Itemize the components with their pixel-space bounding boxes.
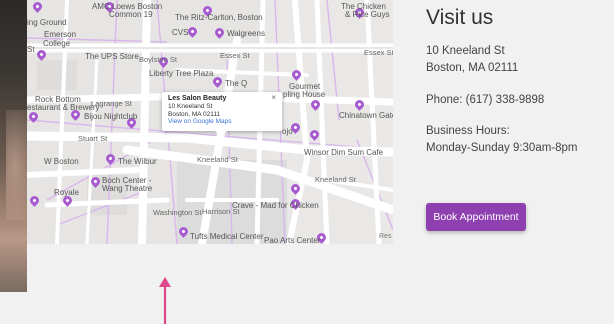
hours-label: Business Hours: (426, 125, 510, 137)
map-label: Winsor Dim Sum Cafe (304, 148, 384, 157)
close-icon[interactable]: × (271, 93, 276, 102)
map-label: The Q (225, 79, 248, 88)
map-label: Liberty Tree Plaza (149, 69, 214, 78)
map-label: pling House (283, 90, 326, 99)
info-window-title: Les Salon Beauty (168, 95, 227, 102)
map-label: Kneeland St (197, 155, 238, 164)
map-label: Essex St (220, 51, 250, 60)
hours-value: Monday-Sunday 9:30am-8pm (426, 142, 578, 154)
phone-number: Phone: (617) 338-9898 (426, 94, 545, 106)
map-label: Washington St (153, 208, 202, 217)
book-appointment-button[interactable]: Book Appointment (426, 203, 526, 231)
map-label: CVS (172, 28, 189, 37)
map-label: Boylston St (139, 55, 177, 64)
address-line2: Boston, MA 02111 (426, 62, 519, 74)
map-label: Tufts Medical Center (190, 232, 264, 241)
map-label: Bijou Nightclub (84, 112, 138, 121)
info-window-address-line2: Boston, MA 02111 (168, 110, 221, 118)
map-label: estaurant & Brewery (27, 103, 100, 112)
map-info-window: × Les Salon Beauty 10 Kneeland St Boston… (162, 92, 282, 137)
map-label: Royale (54, 188, 79, 197)
map-label: The UPS Store (85, 52, 139, 61)
address-line1: 10 Kneeland St (426, 45, 505, 57)
map-label: The Wilbur (118, 157, 157, 166)
map-label: Wang Theatre (102, 184, 153, 193)
map-label: Walgreens (227, 29, 265, 38)
map-label: Kneeland St (315, 175, 356, 184)
arrow-up-icon (159, 277, 171, 324)
map-label: Res (379, 233, 392, 240)
map-label: Common 19 (109, 10, 153, 19)
google-map[interactable]: AMC Loews Boston Common 19 The Ritz-Carl… (27, 0, 393, 244)
map-label: Emerson (44, 30, 77, 39)
map-label: The Ritz-Carlton, Boston (175, 13, 263, 22)
map-label: Stuart St (78, 134, 108, 143)
map-label: College (43, 39, 71, 48)
map-label: Essex St (364, 48, 393, 57)
map-label: Lagrange St (91, 99, 132, 108)
map-label: W Boston (44, 157, 79, 166)
map-label: Chinatown Gate (339, 111, 393, 120)
info-window-address-line1: 10 Kneeland St (168, 103, 213, 110)
map-label: ojo (282, 127, 293, 136)
map-label: & Rice Guys (345, 10, 390, 19)
background-photo (0, 0, 27, 292)
page-title: Visit us (426, 6, 494, 29)
map-label: ing Ground (27, 18, 67, 27)
map-label: Pao Arts Center (264, 236, 321, 244)
map-label: St (27, 45, 35, 54)
map-label: Crave - Mad for Chicken (232, 201, 319, 210)
view-on-google-maps-link[interactable]: View on Google Maps (168, 118, 276, 126)
